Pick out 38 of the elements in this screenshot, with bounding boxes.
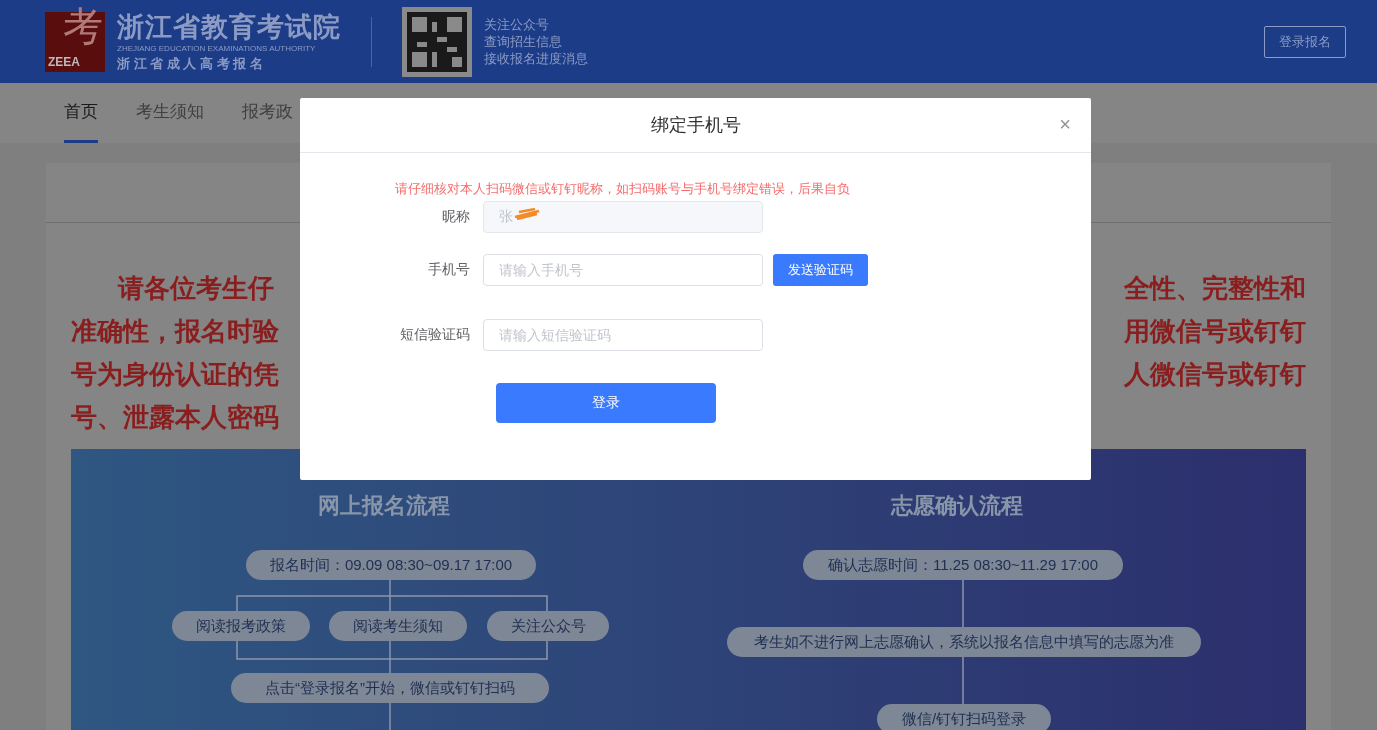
notice-text: 用微信号或钉钉 — [1124, 315, 1306, 348]
flow-title: 网上报名流程 — [318, 492, 450, 520]
field-label: 昵称 — [441, 207, 471, 226]
notice-text: 号、泄露本人密码 — [71, 401, 279, 434]
send-code-button[interactable]: 发送验证码 — [773, 253, 868, 286]
notice-text: 人微信号或钉钉 — [1124, 358, 1306, 391]
dialog-title: 绑定手机号 — [650, 113, 741, 137]
flow-step: 点击“登录报名”开始，微信或钉钉扫码 — [231, 673, 549, 703]
org-name-english: ZHEJIANG EDUCATION EXAMINATIONS AUTHORITY — [117, 42, 317, 55]
notice-text: 请各位考生仔 — [116, 272, 275, 305]
login-button[interactable]: 登录 — [496, 382, 716, 423]
flow-step: 关注公众号 — [487, 611, 609, 641]
nav-tab[interactable]: 首页 — [64, 83, 98, 143]
notice-text: 全性、完整性和 — [1124, 272, 1306, 305]
flow-step: 确认志愿时间：11.25 08:30~11.29 17:00 — [803, 550, 1123, 580]
flow-step: 阅读报考政策 — [172, 611, 310, 641]
field-label: 手机号 — [427, 260, 471, 279]
flow-step: 报名时间：09.09 08:30~09.17 17:00 — [246, 550, 536, 580]
register-login-button[interactable]: 登录报名 — [1264, 25, 1346, 58]
notice-text: 号为身份认证的凭 — [71, 358, 279, 391]
notice-text: 准确性，报名时验 — [71, 315, 279, 348]
text-input[interactable]: 请输入手机号 — [483, 253, 763, 286]
close-button[interactable]: × — [1059, 114, 1071, 134]
nav-tab[interactable]: 报考政 — [242, 83, 293, 143]
qr-caption: 查询招生信息 — [484, 33, 563, 50]
warning-text: 请仔细核对本人扫码微信或钉钉昵称，如扫码账号与手机号绑定错误，后果自负 — [394, 180, 851, 198]
qr-caption: 关注公众号 — [484, 16, 550, 33]
flow-step: 考生如不进行网上志愿确认，系统以报名信息中填写的志愿为准 — [727, 627, 1201, 657]
qr-code-icon — [402, 6, 472, 77]
flow-step: 阅读考生须知 — [329, 611, 467, 641]
org-name: 浙江省教育考试院 — [117, 10, 341, 43]
subtitle: 浙 江 省 成 人 高 考 报 名 — [117, 54, 264, 73]
text-input[interactable]: 请输入短信验证码 — [483, 318, 763, 351]
flow-step: 微信/钉钉扫码登录 — [877, 704, 1051, 730]
qr-caption: 接收报名进度消息 — [484, 50, 588, 67]
nav-tab[interactable]: 考生须知 — [136, 83, 204, 143]
field-label: 短信验证码 — [399, 325, 471, 344]
flow-title: 志愿确认流程 — [891, 492, 1023, 520]
